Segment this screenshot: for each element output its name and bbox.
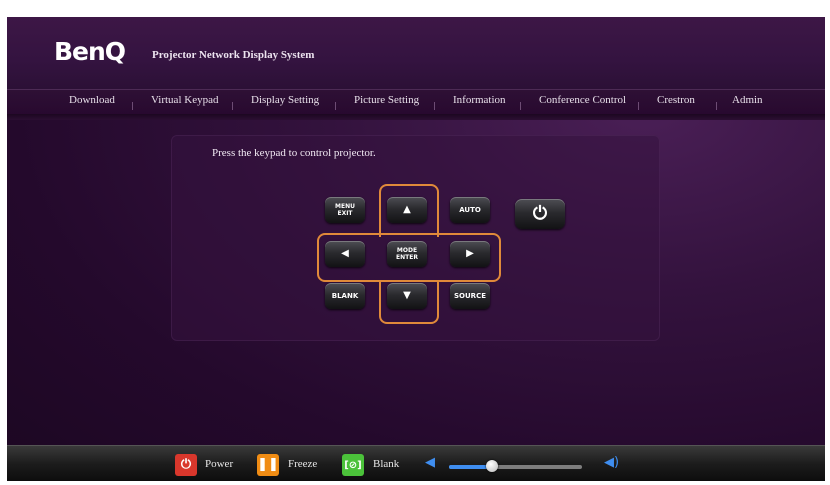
main-nav: Download Virtual Keypad Display Setting … [7, 89, 825, 115]
header: BenQ Projector Network Display System [7, 17, 825, 89]
volume-down-icon[interactable]: ◀ [425, 455, 435, 470]
keypad-instruction: Press the keypad to control projector. [212, 147, 376, 159]
nav-separator [716, 102, 717, 110]
app-window: BenQ Projector Network Display System Do… [7, 17, 825, 481]
nav-picture-setting[interactable]: Picture Setting [354, 94, 419, 106]
pause-icon: ❚❚ [257, 457, 279, 472]
nav-admin[interactable]: Admin [732, 94, 763, 106]
up-arrow-icon: ▲ [403, 204, 411, 215]
power-button[interactable]: ⏻ [175, 454, 197, 476]
volume-slider-handle[interactable] [485, 460, 498, 472]
power-icon: ⏻ [532, 203, 548, 224]
nav-virtual-keypad[interactable]: Virtual Keypad [151, 94, 218, 106]
nav-information[interactable]: Information [453, 94, 506, 106]
exit-label: EXIT [337, 210, 353, 217]
menu-exit-button[interactable]: MENU EXIT [325, 197, 365, 223]
freeze-label: Freeze [288, 458, 318, 470]
power-icon: ⏻ [180, 457, 192, 472]
blank-toggle-button[interactable]: [⊘] [342, 454, 364, 476]
left-button[interactable]: ◀ [325, 241, 365, 267]
power-label: Power [205, 458, 234, 470]
blank-label: BLANK [331, 292, 359, 300]
mode-enter-button[interactable]: MODE ENTER [387, 241, 427, 267]
nav-display-setting[interactable]: Display Setting [251, 94, 319, 106]
down-arrow-icon: ▼ [403, 290, 411, 301]
keypad-panel [171, 135, 660, 341]
nav-crestron[interactable]: Crestron [657, 94, 695, 106]
left-arrow-icon: ◀ [341, 248, 349, 259]
nav-shadow [7, 114, 825, 120]
nav-separator [335, 102, 336, 110]
nav-separator [434, 102, 435, 110]
blank-label: Blank [373, 458, 400, 470]
right-button[interactable]: ▶ [450, 241, 490, 267]
nav-separator [520, 102, 521, 110]
down-button[interactable]: ▼ [387, 283, 427, 309]
mode-label: MODE [396, 247, 418, 254]
footer-toolbar: ⏻ Power ❚❚ Freeze [⊘] Blank ◀ ◀) [7, 445, 825, 481]
nav-separator [232, 102, 233, 110]
nav-separator [638, 102, 639, 110]
auto-button[interactable]: AUTO [450, 197, 490, 223]
enter-label: ENTER [396, 254, 418, 261]
nav-conference-control[interactable]: Conference Control [539, 94, 626, 106]
blank-button[interactable]: BLANK [325, 283, 365, 309]
nav-separator [132, 102, 133, 110]
up-button[interactable]: ▲ [387, 197, 427, 223]
freeze-button[interactable]: ❚❚ [257, 454, 279, 476]
source-button[interactable]: SOURCE [450, 283, 490, 309]
volume-slider[interactable] [449, 460, 582, 472]
volume-up-icon[interactable]: ◀) [604, 455, 619, 470]
page-subtitle: Projector Network Display System [152, 49, 315, 61]
blank-screen-icon: [⊘] [344, 460, 362, 471]
benq-logo: BenQ [54, 37, 126, 66]
auto-label: AUTO [459, 206, 481, 214]
power-key-button[interactable]: ⏻ [515, 199, 565, 229]
menu-label: MENU [335, 203, 355, 210]
nav-download[interactable]: Download [69, 94, 115, 106]
right-arrow-icon: ▶ [466, 248, 474, 259]
source-label: SOURCE [454, 292, 486, 300]
